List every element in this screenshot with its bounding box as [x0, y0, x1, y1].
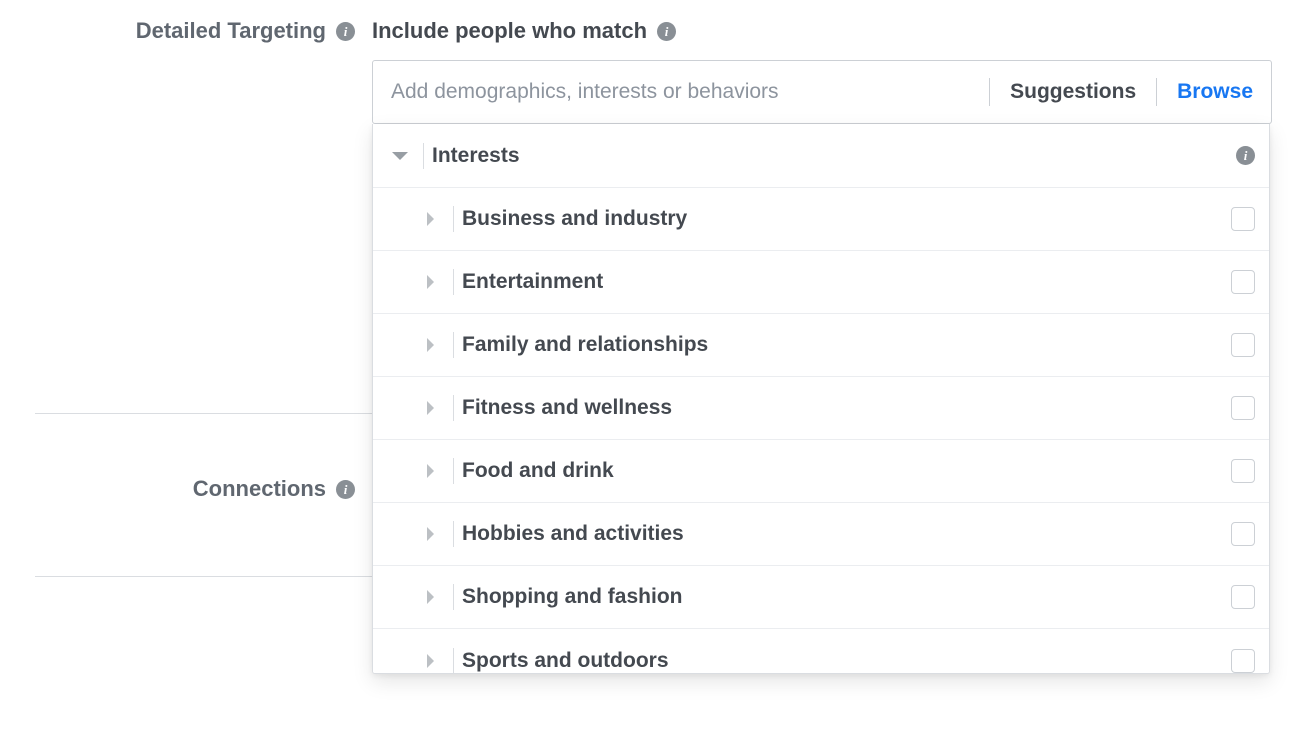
targeting-input-box: Suggestions Browse [372, 60, 1272, 124]
panel-header-row[interactable]: Interests i [373, 124, 1269, 188]
include-label-text: Include people who match [372, 18, 647, 44]
divider [453, 648, 454, 674]
browse-button[interactable]: Browse [1159, 80, 1271, 104]
section-detailed-targeting: Detailed Targeting i [35, 18, 375, 44]
targeting-search-input[interactable] [373, 61, 987, 123]
info-icon[interactable]: i [336, 480, 355, 499]
divider [423, 143, 424, 169]
category-label: Entertainment [462, 270, 1231, 294]
left-label-column: Detailed Targeting i [35, 18, 375, 54]
category-row[interactable]: Business and industry [373, 188, 1269, 251]
section-connections-wrap: Connections i [35, 476, 375, 512]
category-label: Family and relationships [462, 333, 1231, 357]
divider [453, 521, 454, 547]
chevron-down-icon[interactable] [381, 152, 419, 160]
separator [35, 413, 373, 414]
category-checkbox[interactable] [1231, 649, 1255, 673]
divider [453, 395, 454, 421]
category-label: Food and drink [462, 459, 1231, 483]
chevron-right-icon[interactable] [411, 654, 449, 668]
chevron-right-icon[interactable] [411, 212, 449, 226]
category-label: Business and industry [462, 207, 1231, 231]
divider [453, 269, 454, 295]
suggestions-button[interactable]: Suggestions [992, 80, 1154, 104]
category-row[interactable]: Fitness and wellness [373, 377, 1269, 440]
category-row[interactable]: Entertainment [373, 251, 1269, 314]
divider [1156, 78, 1157, 106]
category-row[interactable]: Food and drink [373, 440, 1269, 503]
chevron-right-icon[interactable] [411, 590, 449, 604]
category-row[interactable]: Shopping and fashion [373, 566, 1269, 629]
targeting-field-column: Include people who match i Suggestions B… [372, 18, 1272, 124]
browse-dropdown-panel: Interests i Business and industry Entert… [372, 124, 1270, 674]
separator [35, 576, 373, 577]
category-row[interactable]: Sports and outdoors [373, 629, 1269, 674]
section-label-text: Detailed Targeting [136, 18, 326, 44]
category-label: Hobbies and activities [462, 522, 1231, 546]
include-label: Include people who match i [372, 18, 1272, 44]
category-label: Shopping and fashion [462, 585, 1231, 609]
section-label-text: Connections [193, 476, 326, 502]
chevron-right-icon[interactable] [411, 275, 449, 289]
category-checkbox[interactable] [1231, 207, 1255, 231]
category-checkbox[interactable] [1231, 585, 1255, 609]
chevron-right-icon[interactable] [411, 527, 449, 541]
category-checkbox[interactable] [1231, 333, 1255, 357]
category-row[interactable]: Hobbies and activities [373, 503, 1269, 566]
chevron-right-icon[interactable] [411, 401, 449, 415]
divider [453, 458, 454, 484]
info-icon[interactable]: i [336, 22, 355, 41]
info-icon[interactable]: i [657, 22, 676, 41]
panel-header-label: Interests [432, 144, 1236, 168]
chevron-right-icon[interactable] [411, 464, 449, 478]
divider [453, 584, 454, 610]
category-label: Sports and outdoors [462, 649, 1231, 673]
info-icon[interactable]: i [1236, 146, 1255, 165]
category-checkbox[interactable] [1231, 459, 1255, 483]
divider [453, 206, 454, 232]
category-checkbox[interactable] [1231, 270, 1255, 294]
divider [989, 78, 990, 106]
category-label: Fitness and wellness [462, 396, 1231, 420]
divider [453, 332, 454, 358]
category-row[interactable]: Family and relationships [373, 314, 1269, 377]
chevron-right-icon[interactable] [411, 338, 449, 352]
section-connections: Connections i [35, 476, 375, 502]
category-checkbox[interactable] [1231, 522, 1255, 546]
category-checkbox[interactable] [1231, 396, 1255, 420]
